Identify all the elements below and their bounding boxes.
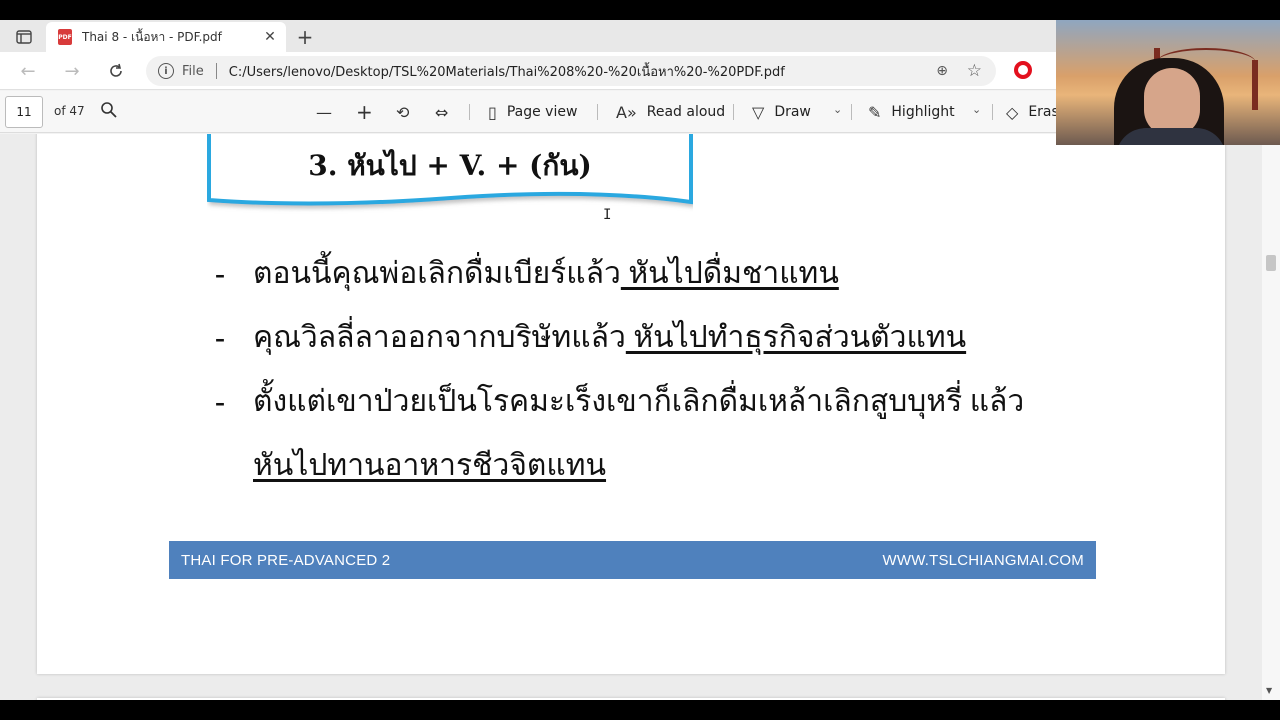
scheme-label: File [182,63,204,79]
eraser-icon: ◇ [1006,102,1019,122]
address-separator [215,63,217,79]
info-icon[interactable]: i [158,63,174,79]
toolbar-divider [992,104,993,120]
forward-arrow-icon[interactable]: → [60,60,84,82]
scroll-down-arrow-icon[interactable]: ▼ [1266,686,1272,695]
close-tab-icon[interactable]: ✕ [262,29,278,45]
bullet-item-1: - ตอนนี้คุณพ่อเลิกดื่มเบียร์แล้ว หันไปดื่… [215,250,839,297]
bullet-underlined-text: หันไปทานอาหารชีวจิตแทน [253,449,607,482]
minus-icon: — [316,102,332,122]
bullet-text: คุณวิลลี่ลาออกจากบริษัทแล้ว [253,321,626,354]
bullet-text: ตอนนี้คุณพ่อเลิกดื่มเบียร์แล้ว [253,257,621,290]
toolbar-divider [469,104,470,120]
rotate-button[interactable]: ⟲ [396,101,419,123]
page-footer-band: THAI FOR PRE-ADVANCED 2 WWW.TSLCHIANGMAI… [169,541,1096,579]
pdf-viewer[interactable]: 3. หันไป + V. + (กัน) I - ตอนนี้คุณพ่อเลิ… [0,134,1280,700]
read-aloud-label: Read aloud [646,104,726,120]
read-aloud-button[interactable]: A» Read aloud [616,101,725,123]
bullet-item-3-continuation: หันไปทานอาหารชีวจิตแทน [253,442,606,489]
letterbox-top [0,0,1280,20]
fit-width-button[interactable]: ⇔ [435,101,458,123]
tab-actions-icon [16,30,32,44]
footer-course-title: THAI FOR PRE-ADVANCED 2 [181,551,391,569]
toolbar-divider [597,104,598,120]
draw-label: Draw [774,104,811,120]
page-total: of 47 [54,104,85,118]
bullet-underlined-text: หันไปดื่มชาแทน [620,257,839,290]
bullet-underlined-text: หันไปทำธุรกิจส่วนตัวแทน [625,321,967,354]
active-tab[interactable]: PDF Thai 8 - เนื้อหา - PDF.pdf ✕ [46,22,286,52]
bullet-item-3: - ตั้งแต่เขาป่วยเป็นโรคมะเร็งเขาก็เลิกดื่… [215,378,1024,425]
search-icon[interactable] [100,101,120,121]
presenter-body [1116,128,1226,145]
letterbox-bottom [0,700,1280,720]
tab-title: Thai 8 - เนื้อหา - PDF.pdf [82,29,222,44]
favorite-star-icon[interactable]: ☆ [967,61,982,81]
url-text[interactable]: C:/Users/lenovo/Desktop/TSL%20Materials/… [229,61,785,82]
page-view-icon: ▯ [488,102,497,122]
zoom-in-button[interactable]: + [356,100,383,124]
plus-icon: + [356,100,373,124]
back-arrow-icon[interactable]: ← [16,60,40,82]
footer-website: WWW.TSLCHIANGMAI.COM [882,551,1084,569]
toolbar-divider [851,104,852,120]
draw-button[interactable]: ▽ Draw [752,101,811,123]
zoom-out-button[interactable]: — [316,101,342,123]
presenter-face [1144,68,1200,136]
bullet-marker: - [215,257,225,290]
text-cursor-icon: I [603,207,612,223]
vertical-scrollbar[interactable]: ▼ [1262,134,1280,700]
page-view-label: Page view [506,104,578,120]
highlight-icon: ✎ [868,102,882,122]
pdf-page: 3. หันไป + V. + (กัน) I - ตอนนี้คุณพ่อเลิ… [37,134,1225,674]
erase-button[interactable]: ◇ Eras [1006,101,1059,123]
highlight-label: Highlight [891,104,955,120]
refresh-icon[interactable] [104,60,128,82]
extension-icon[interactable] [1014,61,1032,79]
webcam-overlay [1056,20,1280,145]
erase-label: Eras [1028,104,1059,120]
toolbar-divider [733,104,734,120]
new-tab-button[interactable]: + [294,26,316,48]
page-number-input[interactable]: 11 [5,96,43,128]
heading-box: 3. หันไป + V. + (กัน) [207,134,693,224]
draw-chevron-down-icon[interactable]: ⌄ [833,103,842,116]
highlight-chevron-down-icon[interactable]: ⌄ [972,103,981,116]
highlight-button[interactable]: ✎ Highlight [868,101,955,123]
zoom-icon[interactable]: ⊕ [936,63,948,79]
bullet-marker: - [215,385,225,418]
rotate-icon: ⟲ [396,102,410,122]
fit-width-icon: ⇔ [435,102,449,122]
heading-title: 3. หันไป + V. + (กัน) [308,149,592,182]
draw-icon: ▽ [752,102,765,122]
bullet-marker: - [215,321,225,354]
scrollbar-thumb[interactable] [1266,255,1276,271]
page-view-button[interactable]: ▯ Page view [488,101,577,123]
bullet-text: ตั้งแต่เขาป่วยเป็นโรคมะเร็งเขาก็เลิกดื่ม… [253,385,1025,418]
read-aloud-icon: A» [616,102,637,122]
tab-actions-button[interactable] [10,26,38,48]
address-bar[interactable]: i File C:/Users/lenovo/Desktop/TSL%20Mat… [146,56,996,86]
pdf-icon: PDF [58,29,72,45]
bullet-item-2: - คุณวิลลี่ลาออกจากบริษัทแล้ว หันไปทำธุรก… [215,314,966,361]
